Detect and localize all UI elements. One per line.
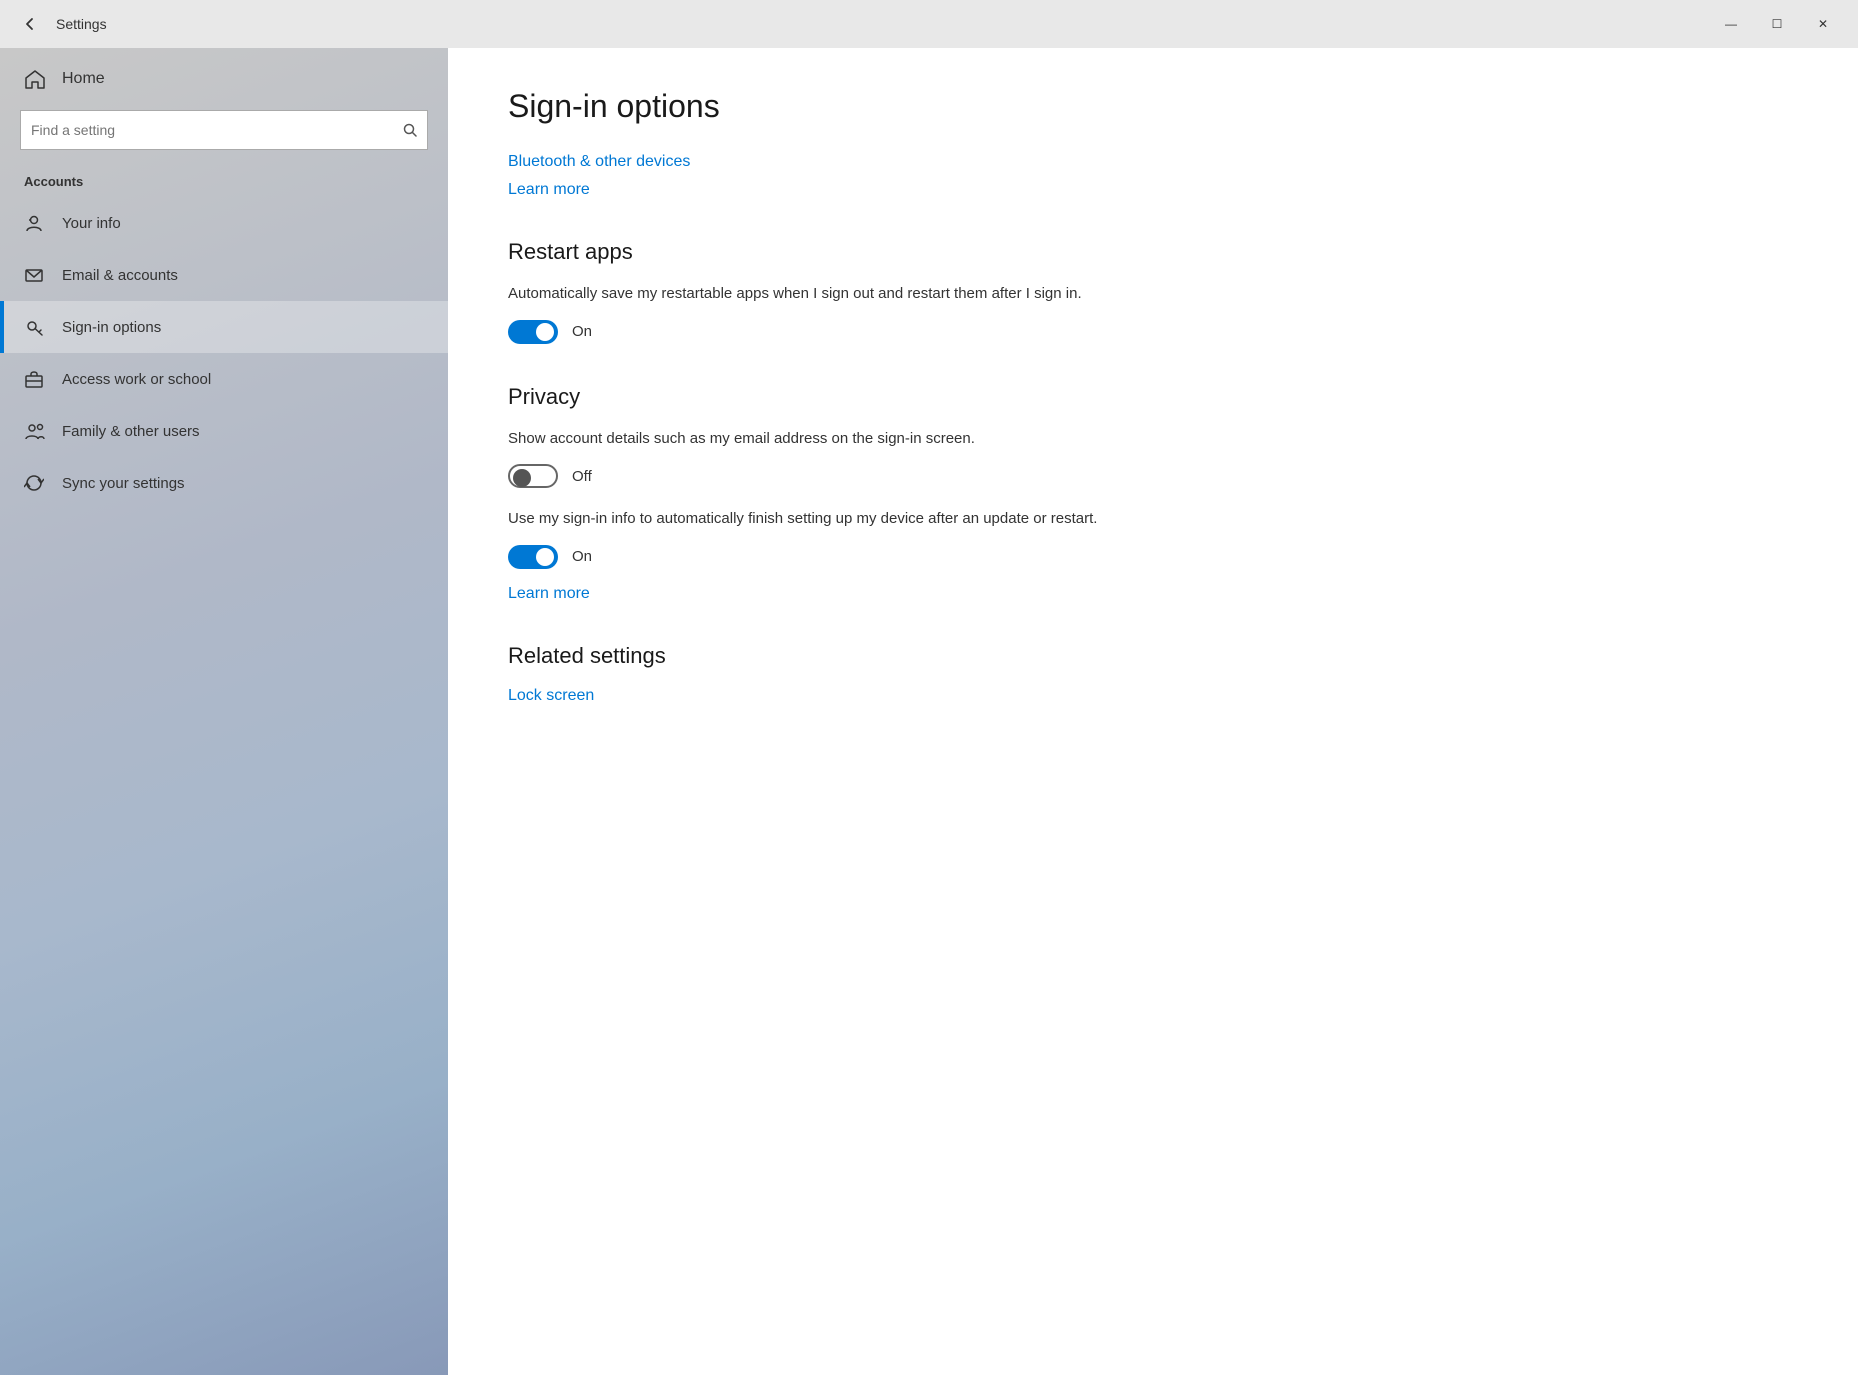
sidebar-item-label-your-info: Your info bbox=[62, 215, 121, 232]
search-box[interactable] bbox=[20, 110, 428, 150]
sidebar-item-label-family: Family & other users bbox=[62, 423, 200, 440]
learn-more-link-1[interactable]: Learn more bbox=[508, 181, 1798, 199]
sidebar-item-label-sync: Sync your settings bbox=[62, 475, 185, 492]
privacy-description-2: Use my sign-in info to automatically fin… bbox=[508, 508, 1208, 531]
email-icon bbox=[24, 265, 46, 285]
learn-more-link-2[interactable]: Learn more bbox=[508, 585, 1798, 603]
restart-apps-description: Automatically save my restartable apps w… bbox=[508, 283, 1208, 306]
window-controls: — ☐ ✕ bbox=[1708, 0, 1846, 48]
bluetooth-link[interactable]: Bluetooth & other devices bbox=[508, 153, 690, 170]
sidebar-item-access-work[interactable]: Access work or school bbox=[0, 353, 448, 405]
sidebar-item-email-accounts[interactable]: Email & accounts bbox=[0, 249, 448, 301]
sidebar-item-family-users[interactable]: Family & other users bbox=[0, 405, 448, 457]
close-button[interactable]: ✕ bbox=[1800, 0, 1846, 48]
app-title: Settings bbox=[56, 16, 107, 32]
key-icon bbox=[24, 317, 46, 337]
sidebar-item-sync-settings[interactable]: Sync your settings bbox=[0, 457, 448, 509]
privacy-description-1: Show account details such as my email ad… bbox=[508, 428, 1208, 451]
restart-apps-toggle[interactable] bbox=[508, 320, 558, 344]
title-bar: Settings — ☐ ✕ bbox=[0, 0, 1858, 48]
people-icon bbox=[24, 421, 46, 441]
search-input[interactable] bbox=[31, 122, 403, 138]
related-settings-section: Related settings Lock screen bbox=[508, 643, 1798, 705]
person-icon bbox=[24, 213, 46, 233]
minimize-button[interactable]: — bbox=[1708, 0, 1754, 48]
back-button[interactable] bbox=[12, 6, 48, 42]
privacy-toggle-2[interactable] bbox=[508, 545, 558, 569]
related-settings-title: Related settings bbox=[508, 643, 1798, 669]
toggle-thumb bbox=[536, 323, 554, 341]
privacy-toggle2-label: On bbox=[572, 548, 592, 565]
sidebar-item-sign-in-options[interactable]: Sign-in options bbox=[0, 301, 448, 353]
privacy-section: Privacy Show account details such as my … bbox=[508, 384, 1798, 603]
privacy-toggle2-row: On bbox=[508, 545, 1798, 569]
toggle-thumb-1 bbox=[513, 469, 531, 487]
privacy-toggle1-label: Off bbox=[572, 468, 592, 485]
lock-screen-link[interactable]: Lock screen bbox=[508, 687, 594, 704]
briefcase-icon bbox=[24, 369, 46, 389]
sidebar-item-your-info[interactable]: Your info bbox=[0, 197, 448, 249]
sidebar-item-label-signin: Sign-in options bbox=[62, 319, 161, 336]
sidebar-item-label-access-work: Access work or school bbox=[62, 371, 211, 388]
privacy-toggle1-row: Off bbox=[508, 464, 1798, 488]
restart-apps-title: Restart apps bbox=[508, 239, 1798, 265]
sidebar-home-button[interactable]: Home bbox=[0, 48, 448, 110]
home-label: Home bbox=[62, 70, 105, 88]
page-title: Sign-in options bbox=[508, 88, 1798, 125]
accounts-header: Accounts bbox=[0, 166, 448, 197]
privacy-title: Privacy bbox=[508, 384, 1798, 410]
home-icon bbox=[24, 68, 46, 90]
privacy-toggle-1[interactable] bbox=[508, 464, 558, 488]
sync-icon bbox=[24, 473, 46, 493]
restart-apps-section: Restart apps Automatically save my resta… bbox=[508, 239, 1798, 344]
restart-apps-toggle-label: On bbox=[572, 323, 592, 340]
app-body: Home Accounts Your info bbox=[0, 48, 1858, 1375]
toggle-thumb-2 bbox=[536, 548, 554, 566]
sidebar-item-label-email: Email & accounts bbox=[62, 267, 178, 284]
restart-apps-toggle-row: On bbox=[508, 320, 1798, 344]
maximize-button[interactable]: ☐ bbox=[1754, 0, 1800, 48]
content-area: Sign-in options Bluetooth & other device… bbox=[448, 48, 1858, 1375]
sidebar: Home Accounts Your info bbox=[0, 48, 448, 1375]
search-icon bbox=[403, 123, 417, 137]
